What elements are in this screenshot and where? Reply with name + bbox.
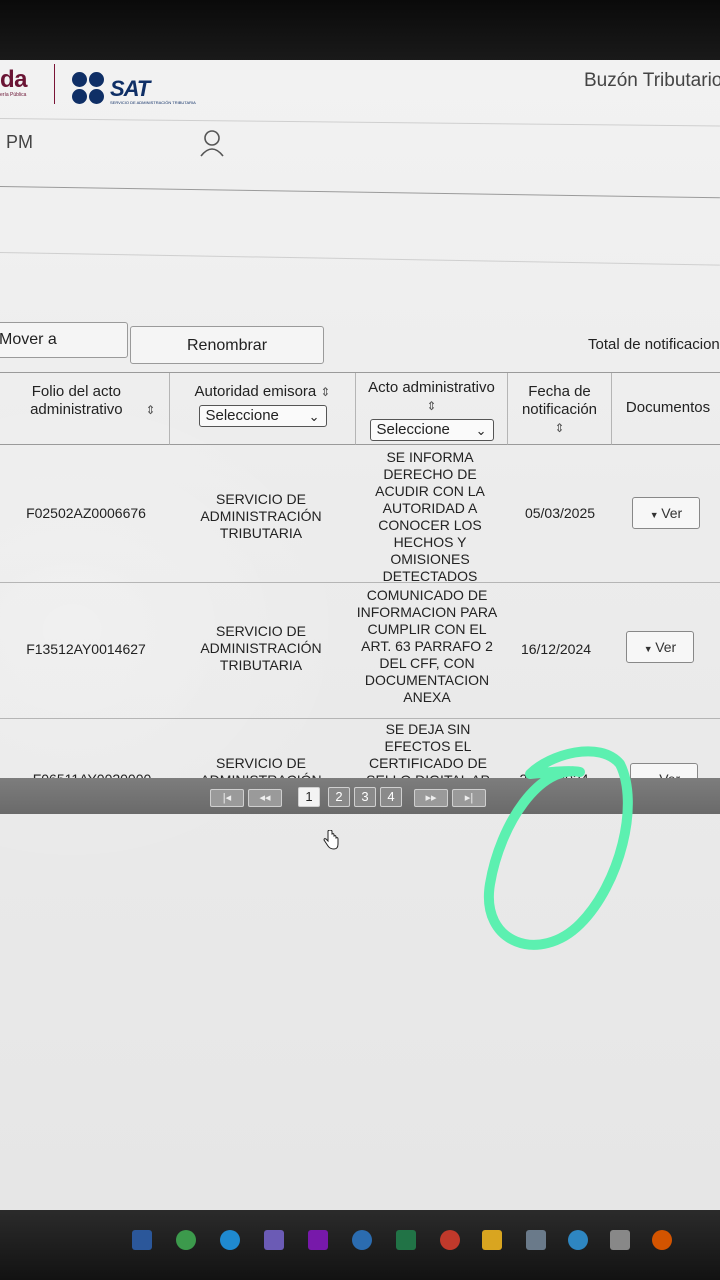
folio-header-label: Folio del acto administrativo: [30, 383, 123, 418]
first-page-button[interactable]: |◂: [210, 789, 244, 807]
previous-page-button[interactable]: ◂◂: [248, 789, 282, 807]
hand-cursor-icon: [322, 829, 340, 850]
chrome-icon[interactable]: [176, 1230, 196, 1250]
fecha-header-label: Fecha de notificación: [521, 383, 598, 418]
acto-filter-value: Seleccione: [376, 421, 450, 438]
notifications-table: Folio del acto administrativo ⇕ Autorida…: [0, 372, 720, 789]
column-header-acto[interactable]: Acto administrativo ⇕ Seleccione ⌄: [356, 373, 508, 445]
column-header-autoridad[interactable]: Autoridad emisora ⇕ Seleccione ⌄: [170, 373, 356, 445]
app-icon[interactable]: [610, 1230, 630, 1250]
folder-icon[interactable]: [482, 1230, 502, 1250]
autoridad-cell: SERVICIO DE ADMINISTRACIÓN TRIBUTARIA: [200, 623, 322, 673]
view-label: Ver: [661, 505, 683, 521]
acto-filter-select[interactable]: Seleccione ⌄: [369, 419, 494, 441]
sort-icon[interactable]: ⇕: [146, 403, 156, 417]
fecha-cell: 16/12/2024: [520, 641, 592, 657]
last-page-button[interactable]: ▸|: [452, 789, 486, 807]
view-documents-button[interactable]: ▼ Ver: [626, 631, 694, 663]
rename-button[interactable]: Renombrar: [130, 326, 324, 364]
sort-icon[interactable]: ⇕: [426, 399, 436, 413]
excel-icon[interactable]: [396, 1230, 416, 1250]
next-page-button[interactable]: ▸▸: [414, 789, 448, 807]
autoridad-filter-value: Seleccione: [205, 407, 279, 424]
move-to-button[interactable]: Mover a: [0, 322, 128, 358]
page-button-4[interactable]: 4: [380, 787, 402, 807]
app-icon[interactable]: [652, 1230, 672, 1250]
acto-cell: COMUNICADO DE INFORMACION PARA CUMPLIR C…: [356, 587, 498, 705]
word-icon[interactable]: [132, 1230, 152, 1250]
caret-down-icon: ▼: [643, 644, 656, 654]
app-icon[interactable]: [352, 1230, 372, 1250]
column-header-folio[interactable]: Folio del acto administrativo ⇕: [0, 373, 170, 445]
folio-cell: F13512AY0014627: [26, 641, 146, 657]
acto-cell: SE INFORMA DERECHO DE ACUDIR CON LA AUTO…: [375, 449, 485, 584]
folio-cell: F02502AZ0006676: [26, 505, 146, 521]
column-header-fecha[interactable]: Fecha de notificación ⇕: [508, 373, 612, 445]
table-row[interactable]: F02502AZ0006676 SERVICIO DE ADMINISTRACI…: [0, 445, 720, 584]
page-button-1[interactable]: 1: [298, 787, 320, 807]
edge-icon[interactable]: [220, 1230, 240, 1250]
chevron-down-icon: ⌄: [475, 423, 487, 438]
app-icon[interactable]: [440, 1230, 460, 1250]
hacienda-logo-subtext: ería Pública: [0, 92, 27, 98]
sat-logo-text: SAT: [110, 76, 150, 101]
hacienda-logo-text: da: [0, 66, 28, 93]
chevron-down-icon: ⌄: [308, 409, 320, 424]
sort-icon[interactable]: ⇕: [554, 421, 564, 435]
autoridad-header-label: Autoridad emisora: [194, 383, 317, 400]
autoridad-cell: SERVICIO DE ADMINISTRACIÓN TRIBUTARIA: [200, 491, 322, 541]
sat-logo-subtext: SERVICIO DE ADMINISTRACIÓN TRIBUTARIA: [110, 100, 196, 105]
view-label: Ver: [655, 639, 677, 655]
logo-divider: [54, 64, 55, 104]
page-title: Buzón Tributario: [584, 70, 720, 91]
user-icon[interactable]: [198, 128, 226, 158]
documentos-header-label: Documentos: [625, 399, 711, 416]
sat-logo-icon: [72, 72, 106, 106]
page-button-2[interactable]: 2: [328, 787, 350, 807]
sort-icon[interactable]: ⇕: [320, 385, 330, 399]
total-notifications-label: Total de notificacione: [588, 336, 720, 353]
caret-down-icon: ▼: [649, 510, 662, 520]
photos-icon[interactable]: [264, 1230, 284, 1250]
table-row[interactable]: F13512AY0014627 SERVICIO DE ADMINISTRACI…: [0, 583, 720, 719]
view-documents-button[interactable]: ▼ Ver: [632, 497, 700, 529]
app-icon[interactable]: [526, 1230, 546, 1250]
autoridad-filter-select[interactable]: Seleccione ⌄: [198, 405, 327, 427]
user-session-label: PM: [6, 132, 33, 152]
acto-header-label: Acto administrativo: [368, 379, 495, 396]
onenote-icon[interactable]: [308, 1230, 328, 1250]
column-header-documentos: Documentos: [612, 373, 720, 445]
page-button-3[interactable]: 3: [354, 787, 376, 807]
app-icon[interactable]: [568, 1230, 588, 1250]
fecha-cell: 05/03/2025: [524, 505, 596, 521]
